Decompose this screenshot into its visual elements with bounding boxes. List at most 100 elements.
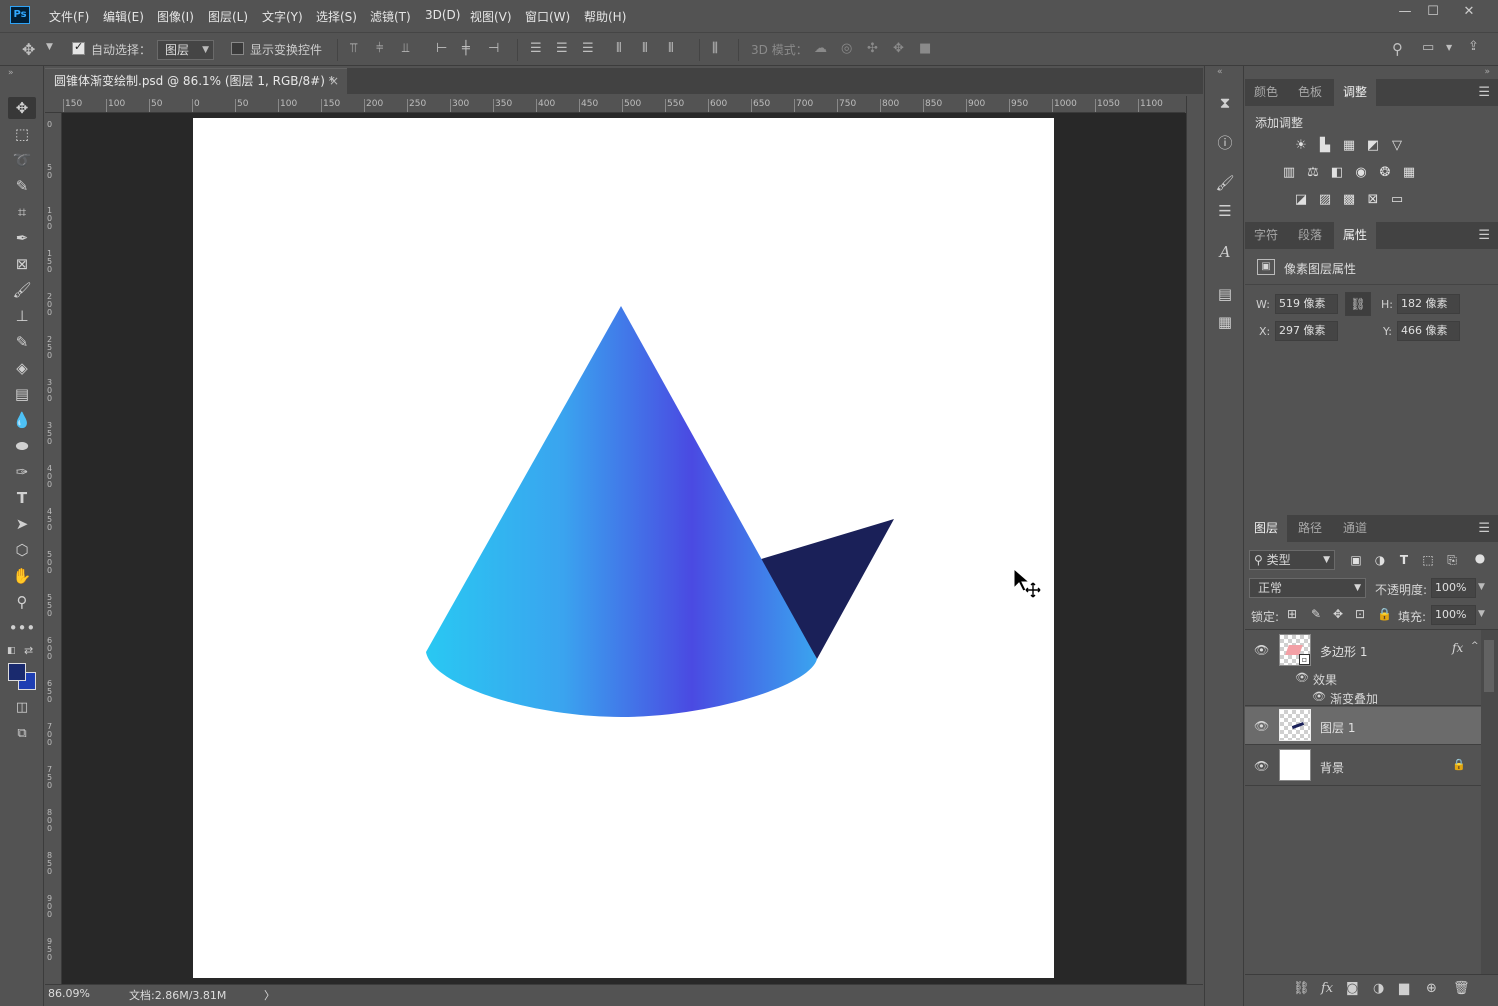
swap-colors-icon[interactable]: ⇄ — [24, 644, 33, 657]
layers-scrollbar[interactable] — [1481, 630, 1498, 974]
black-white-icon[interactable]: ◧ — [1328, 165, 1346, 181]
filter-type-icon[interactable]: T — [1395, 552, 1413, 568]
tab-swatches[interactable]: 色板 — [1289, 79, 1331, 106]
menu-layer[interactable]: 图层(L) — [208, 8, 248, 25]
tab-properties[interactable]: 属性 — [1334, 222, 1377, 249]
eyedropper-tool-icon[interactable]: ✒ — [8, 227, 36, 249]
group-folder-icon[interactable]: ▆ — [1399, 981, 1409, 996]
distribute-left-icon[interactable]: ⦀ — [616, 41, 622, 56]
info-panel-icon[interactable]: ⓘ — [1214, 132, 1236, 154]
filter-smart-object-icon[interactable]: ⎘ — [1443, 552, 1461, 568]
eye-icon[interactable]: 👁 — [1254, 719, 1269, 733]
distribute-right-icon[interactable]: ⦀ — [668, 41, 674, 56]
close-tab-icon[interactable]: × — [329, 69, 339, 94]
align-bottom-icon[interactable]: ⫫ — [402, 41, 409, 56]
auto-select-checkbox[interactable] — [72, 40, 85, 55]
brush-settings-icon[interactable]: 🖌 — [1214, 172, 1236, 194]
eye-icon[interactable]: 👁 — [1254, 759, 1269, 773]
adjustment-layer-icon[interactable]: ◑ — [1373, 981, 1384, 996]
color-balance-icon[interactable]: ⚖ — [1304, 165, 1322, 181]
tab-layers[interactable]: 图层 — [1245, 515, 1288, 542]
3d-slide-icon[interactable]: ✥ — [893, 41, 904, 56]
fill-field[interactable]: 100% — [1431, 605, 1476, 625]
dodge-tool-icon[interactable]: ⬬ — [8, 435, 36, 457]
menu-filter[interactable]: 滤镜(T) — [370, 8, 411, 25]
photo-filter-icon[interactable]: ◉ — [1352, 165, 1370, 181]
tab-color[interactable]: 颜色 — [1245, 79, 1287, 106]
chevron-down-icon[interactable]: ▼ — [1478, 582, 1485, 592]
blur-tool-icon[interactable]: 💧 — [8, 409, 36, 431]
path-select-tool-icon[interactable]: ➤ — [8, 513, 36, 535]
menu-3d[interactable]: 3D(D) — [425, 8, 460, 22]
zoom-level[interactable]: 86.09% — [48, 987, 90, 1000]
minimize-button[interactable]: — — [1390, 4, 1420, 22]
layer-name[interactable]: 多边形 1 — [1320, 643, 1367, 660]
frame-tool-icon[interactable]: ⊠ — [8, 253, 36, 275]
menu-edit[interactable]: 编辑(E) — [103, 8, 144, 25]
screen-mode-icon[interactable]: ⧉ — [8, 723, 36, 745]
3d-pan-icon[interactable]: ✣ — [867, 41, 878, 56]
menu-select[interactable]: 选择(S) — [316, 8, 357, 25]
auto-select-target-dropdown[interactable]: 图层 ▼ — [157, 40, 214, 60]
eye-icon[interactable]: 👁 — [1312, 690, 1326, 703]
close-button[interactable]: ✕ — [1454, 4, 1484, 22]
gradient-tool-icon[interactable]: ▤ — [8, 383, 36, 405]
delete-layer-icon[interactable]: 🗑 — [1453, 981, 1470, 996]
cone-shape[interactable] — [426, 306, 817, 717]
menu-image[interactable]: 图像(I) — [157, 8, 194, 25]
fx-icon[interactable]: fx — [1321, 981, 1333, 996]
workspace-icon[interactable]: ▭ — [1422, 40, 1434, 55]
layer-row[interactable]: 👁 ▫ 多边形 1 fx ^ 👁 效果 👁 渐变叠加 — [1245, 630, 1481, 706]
history-brush-tool-icon[interactable]: ✎ — [8, 331, 36, 353]
share-icon[interactable]: ⇪ — [1468, 39, 1479, 54]
history-panel-icon[interactable]: ⧗ — [1214, 92, 1236, 114]
opacity-field[interactable]: 100% — [1431, 578, 1476, 598]
more-tools-icon[interactable]: ••• — [8, 617, 36, 639]
marquee-tool-icon[interactable]: ⬚ — [8, 123, 36, 145]
crop-tool-icon[interactable]: ⌗ — [8, 201, 36, 223]
align-right-icon[interactable]: ⊣ — [488, 41, 499, 56]
lock-all-icon[interactable]: 🔒 — [1377, 607, 1392, 621]
hue-saturation-icon[interactable]: ▥ — [1280, 165, 1298, 181]
gradient-map-icon[interactable]: ▭ — [1388, 192, 1406, 208]
layer-row[interactable]: 👁 背景 🔒 — [1245, 746, 1481, 786]
selective-color-icon[interactable]: ⊠ — [1364, 192, 1382, 208]
lasso-tool-icon[interactable]: ➰ — [8, 149, 36, 171]
curves-icon[interactable]: ▦ — [1340, 138, 1358, 154]
shape-tool-icon[interactable]: ⬡ — [8, 539, 36, 561]
layer-name[interactable]: 图层 1 — [1320, 719, 1355, 736]
auto-align-icon[interactable]: ⫼ — [712, 41, 718, 56]
effect-gradient-overlay[interactable]: 渐变叠加 — [1330, 690, 1378, 707]
tab-paths[interactable]: 路径 — [1289, 515, 1331, 542]
blend-mode-dropdown[interactable]: 正常 ▼ — [1249, 578, 1366, 598]
tab-adjustments[interactable]: 调整 — [1334, 79, 1377, 106]
paragraph-panel-icon[interactable]: ▤ — [1214, 283, 1236, 305]
3d-scale-icon[interactable]: ■ — [919, 41, 931, 56]
filter-shape-icon[interactable]: ⬚ — [1419, 552, 1437, 568]
character-panel-icon[interactable]: A — [1214, 241, 1236, 263]
notes-panel-icon[interactable]: ▦ — [1214, 311, 1236, 333]
align-left-icon[interactable]: ⊢ — [436, 41, 447, 56]
new-layer-icon[interactable]: ⊕ — [1426, 981, 1437, 996]
vertical-scrollbar[interactable] — [1186, 96, 1203, 986]
collapse-icon[interactable]: » — [1484, 67, 1490, 77]
status-menu-arrow[interactable]: 〉 — [264, 987, 275, 1003]
menu-window[interactable]: 窗口(W) — [525, 8, 570, 25]
align-vcenter-icon[interactable]: ⫩ — [376, 41, 383, 56]
add-mask-icon[interactable]: ◙ — [1346, 981, 1359, 996]
exposure-icon[interactable]: ◩ — [1364, 138, 1382, 154]
collapse-effects-icon[interactable]: ^ — [1471, 641, 1479, 651]
quick-mask-icon[interactable]: ◫ — [8, 697, 36, 719]
menu-file[interactable]: 文件(F) — [49, 8, 89, 25]
levels-icon[interactable]: ▙ — [1316, 138, 1334, 154]
move-tool-icon[interactable]: ✥ — [8, 97, 36, 119]
show-transform-checkbox[interactable] — [231, 42, 244, 55]
type-tool-icon[interactable]: T — [8, 487, 36, 509]
lock-position-icon[interactable]: ✥ — [1333, 607, 1343, 621]
cone-artwork[interactable] — [193, 118, 1054, 978]
distribute-bottom-icon[interactable]: ☰ — [582, 41, 594, 56]
invert-icon[interactable]: ◪ — [1292, 192, 1310, 208]
quick-select-tool-icon[interactable]: ✎ — [8, 175, 36, 197]
layer-filter-dropdown[interactable]: ⚲ 类型 ▼ — [1249, 550, 1335, 570]
brush-tool-icon[interactable]: 🖌 — [8, 279, 36, 301]
